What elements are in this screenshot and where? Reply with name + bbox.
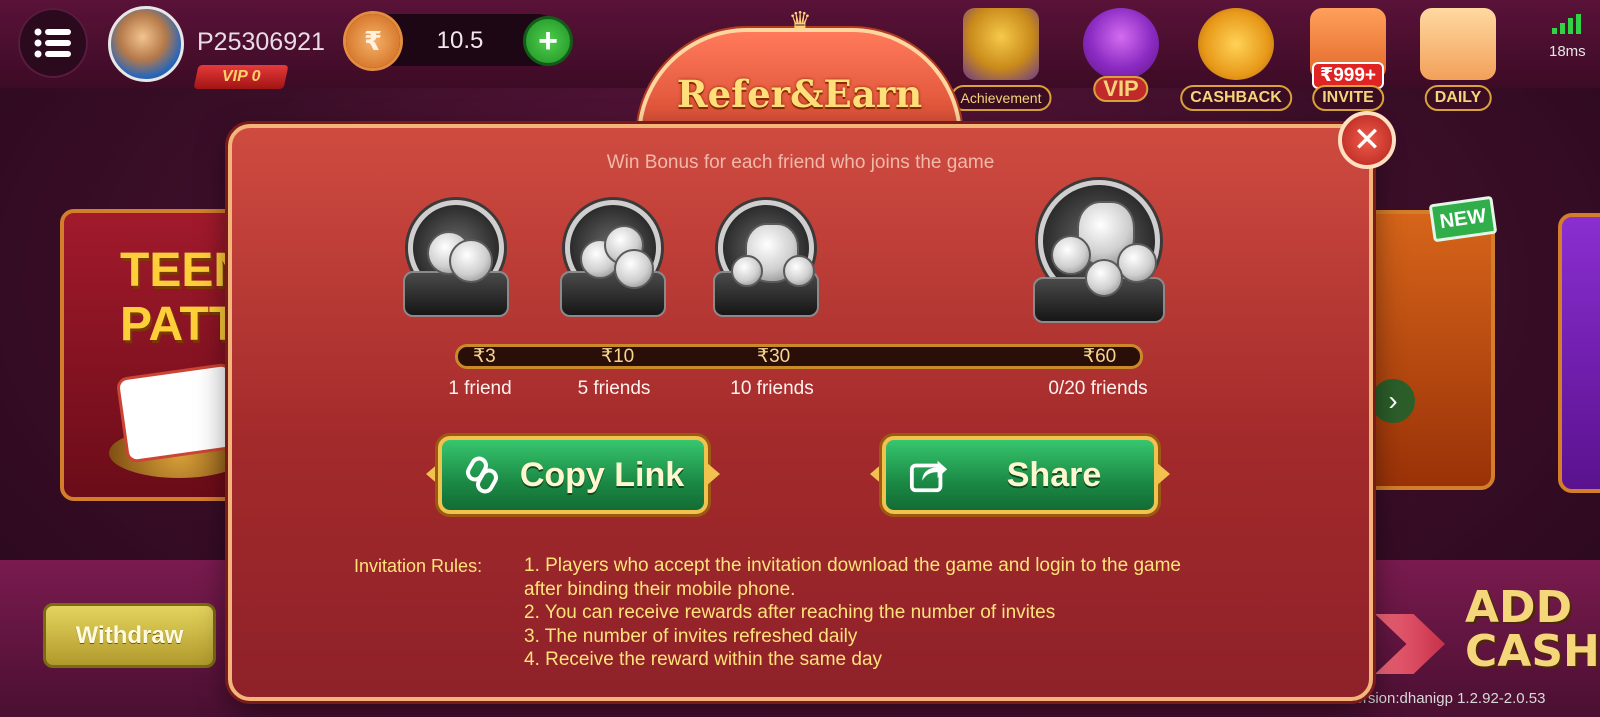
daily-label: DAILY [1424, 85, 1492, 111]
share-icon [909, 455, 949, 495]
reward-tier-1-icon [403, 200, 509, 317]
vip-button[interactable]: VIP [1075, 8, 1167, 102]
cashback-label: CASHBACK [1180, 85, 1292, 111]
tier-4-label: 0/20 friends [1048, 378, 1148, 399]
add-cash-button[interactable]: ADD CASH [1375, 586, 1600, 692]
chevron-right-icon[interactable]: › [1371, 379, 1415, 423]
tier-1-label: 1 friend [448, 378, 512, 399]
cashback-button[interactable]: CASHBACK [1180, 8, 1292, 111]
daily-button[interactable]: DAILY [1412, 8, 1504, 111]
share-button[interactable]: Share [882, 436, 1158, 514]
crown-ornament-icon: ♛ [788, 6, 812, 36]
reward-tier-2-icon [560, 200, 666, 317]
new-badge: NEW [1428, 195, 1498, 243]
add-balance-button[interactable]: + [523, 16, 573, 66]
calendar-icon [1420, 8, 1496, 80]
tier-2-reward: ₹10 [601, 346, 635, 367]
hamburger-icon [34, 28, 71, 58]
dialog-subtitle: Win Bonus for each friend who joins the … [606, 152, 995, 173]
chevron-icon [1375, 614, 1445, 674]
rupee-coin-icon: ₹ [346, 14, 400, 68]
player-id: P25306921 [197, 28, 325, 56]
invite-button[interactable]: ₹999+ INVITE [1302, 8, 1394, 111]
avatar[interactable] [108, 6, 184, 82]
far-right-game-card[interactable] [1558, 213, 1600, 493]
reward-tier-4-icon [1033, 180, 1165, 323]
tier-4-reward: ₹60 [1083, 346, 1117, 367]
tier-1-reward: ₹3 [473, 346, 496, 367]
add-cash-label: ADD CASH [1465, 586, 1600, 674]
rule-item: 3. The number of invites refreshed daily [524, 625, 858, 647]
withdraw-button[interactable]: Withdraw [43, 603, 216, 668]
vip-crown-icon [1083, 8, 1159, 80]
balance-value: 10.5 [436, 27, 484, 54]
rule-item: 4. Receive the reward within the same da… [524, 649, 883, 670]
cashback-coin-icon [1198, 8, 1274, 80]
achievement-label: Achievement [950, 85, 1052, 111]
trophy-icon [963, 8, 1039, 80]
version-text: version:dhanigp 1.2.92-2.0.53 [1347, 690, 1546, 707]
vip-label: VIP [1093, 76, 1149, 102]
dialog-title: Refer&Earn [676, 72, 923, 116]
rule-item: 2. You can receive rewards after reachin… [524, 602, 1056, 623]
tier-2-label: 5 friends [577, 378, 651, 399]
ping-text: 18ms [1549, 43, 1586, 60]
link-icon [462, 455, 502, 495]
rule-item: 1. Players who accept the invitation dow… [524, 555, 1181, 600]
playing-cards-icon [118, 365, 240, 461]
vip-badge-label: VIP 0 [221, 68, 261, 85]
reward-tier-3-icon [713, 200, 819, 317]
add-cash-label-2: CASH [1465, 626, 1600, 677]
rules-label: Invitation Rules: [354, 556, 483, 576]
menu-button[interactable] [18, 8, 88, 78]
signal-icon [1552, 14, 1581, 34]
vip-badge[interactable]: VIP 0 [193, 65, 289, 89]
copy-link-button[interactable]: Copy Link [438, 436, 708, 514]
copy-link-label: Copy Link [519, 455, 685, 494]
invite-label: INVITE [1312, 85, 1384, 111]
rules-list: 1. Players who accept the invitation dow… [524, 554, 1224, 672]
tier-3-reward: ₹30 [757, 346, 791, 367]
achievement-button[interactable]: Achievement [950, 8, 1052, 111]
reward-progress-track [455, 344, 1143, 369]
tier-3-label: 10 friends [730, 378, 814, 399]
share-label: Share [1006, 455, 1102, 494]
